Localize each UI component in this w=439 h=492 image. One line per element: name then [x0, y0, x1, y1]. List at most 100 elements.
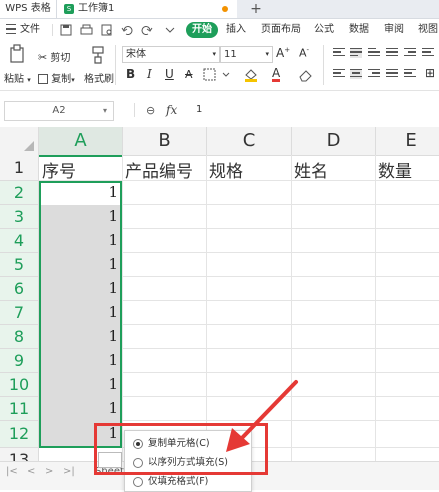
- font-name-value: 宋体: [126, 49, 146, 60]
- print-icon[interactable]: [80, 24, 93, 35]
- paste-button[interactable]: 粘贴 ▾: [4, 70, 31, 85]
- strikethrough-button[interactable]: A: [185, 68, 193, 81]
- app-tab[interactable]: WPS 表格: [0, 0, 57, 18]
- row-header[interactable]: 8: [0, 325, 39, 349]
- align-justify-icon[interactable]: [386, 48, 398, 58]
- cell-a2[interactable]: 1: [38, 183, 118, 201]
- column-header-b[interactable]: B: [123, 127, 207, 156]
- document-tab-label: 工作簿1: [78, 3, 115, 14]
- row-header[interactable]: 3: [0, 205, 39, 229]
- increase-font-icon[interactable]: A+: [276, 46, 290, 60]
- column-header-a[interactable]: A: [39, 127, 123, 157]
- column-header-c[interactable]: C: [207, 127, 292, 156]
- wrap-icon[interactable]: [422, 48, 434, 58]
- row-header[interactable]: 2: [0, 181, 39, 205]
- font-size-value: 11: [224, 49, 237, 60]
- next-sheet-icon[interactable]: >: [45, 466, 53, 477]
- cell-a9[interactable]: 1: [38, 351, 118, 369]
- menu-insert[interactable]: 插入: [226, 19, 246, 41]
- name-box[interactable]: A2 ▾: [4, 101, 114, 121]
- row-header[interactable]: 7: [0, 301, 39, 325]
- eraser-icon[interactable]: [298, 68, 316, 82]
- menu-start[interactable]: 开始: [186, 22, 218, 38]
- merge-icon[interactable]: ⊞: [425, 66, 435, 80]
- align-top-icon[interactable]: [333, 48, 345, 58]
- header-cell-product-code[interactable]: 产品编号: [125, 157, 193, 182]
- menu-page-layout[interactable]: 页面布局: [261, 19, 301, 41]
- undo-icon[interactable]: [121, 26, 133, 35]
- row-header[interactable]: 12: [0, 421, 39, 448]
- cell-a7[interactable]: 1: [38, 303, 118, 321]
- outdent-icon[interactable]: [404, 69, 416, 79]
- new-tab-button[interactable]: +: [248, 0, 264, 18]
- cell-a3[interactable]: 1: [38, 207, 118, 225]
- document-tab[interactable]: S 工作簿1: [57, 0, 237, 18]
- cell-a8[interactable]: 1: [38, 327, 118, 345]
- align-middle-icon[interactable]: [350, 48, 362, 59]
- format-painter-icon[interactable]: [90, 46, 106, 64]
- formula-value[interactable]: 1: [196, 104, 202, 115]
- font-size-select[interactable]: 11 ▾: [220, 46, 273, 63]
- file-menu[interactable]: 文件: [6, 19, 40, 41]
- header-cell-spec[interactable]: 规格: [209, 157, 243, 182]
- cut-button[interactable]: ✂ 剪切: [38, 49, 70, 64]
- zoom-icon[interactable]: ⊖: [146, 104, 155, 117]
- fill-color-icon[interactable]: [243, 67, 267, 83]
- first-sheet-icon[interactable]: |<: [6, 466, 18, 477]
- indent-icon[interactable]: [404, 48, 416, 58]
- redo-icon[interactable]: [141, 26, 153, 35]
- chevron-down-icon: ▾: [212, 50, 216, 58]
- italic-button[interactable]: I: [147, 67, 152, 81]
- cell-a10[interactable]: 1: [38, 375, 118, 393]
- cut-label: 剪切: [50, 53, 71, 64]
- cell-a4[interactable]: 1: [38, 231, 118, 249]
- column-header-e[interactable]: E: [376, 127, 439, 156]
- row-header[interactable]: 1: [0, 155, 39, 181]
- preview-icon[interactable]: [101, 24, 112, 36]
- copy-button[interactable]: 复制▾: [38, 70, 75, 85]
- align-center-icon[interactable]: [350, 69, 362, 80]
- chevron-down-icon[interactable]: [165, 27, 175, 33]
- row-header[interactable]: 5: [0, 253, 39, 277]
- border-icon[interactable]: [203, 68, 235, 82]
- divider: [115, 45, 116, 85]
- menu-data[interactable]: 数据: [349, 19, 369, 41]
- underline-button[interactable]: U: [165, 67, 174, 81]
- title-bar: WPS 表格 S 工作簿1 +: [0, 0, 439, 19]
- option-fill-formatting[interactable]: 仅填充格式(F): [133, 475, 208, 489]
- row-header[interactable]: 10: [0, 373, 39, 397]
- prev-sheet-icon[interactable]: <: [27, 466, 35, 477]
- format-painter-label[interactable]: 格式刷: [84, 70, 114, 85]
- menu-formula[interactable]: 公式: [314, 19, 334, 41]
- cell-a6[interactable]: 1: [38, 279, 118, 297]
- header-cell-name[interactable]: 姓名: [294, 157, 328, 182]
- row-header[interactable]: 11: [0, 397, 39, 421]
- cell-a5[interactable]: 1: [38, 255, 118, 273]
- align-right-icon[interactable]: [368, 69, 380, 79]
- header-cell-quantity[interactable]: 数量: [378, 157, 412, 182]
- paste-label: 粘贴: [4, 74, 24, 85]
- align-bottom-icon[interactable]: [368, 48, 380, 58]
- name-box-value: A2: [52, 105, 66, 116]
- column-header-d[interactable]: D: [292, 127, 376, 156]
- row-header[interactable]: 6: [0, 277, 39, 301]
- align-left-icon[interactable]: [333, 69, 345, 79]
- select-all-corner[interactable]: [0, 127, 39, 156]
- menu-review[interactable]: 审阅: [384, 19, 404, 41]
- paste-icon[interactable]: [9, 44, 25, 64]
- font-color-button[interactable]: A: [272, 67, 281, 82]
- chevron-down-icon: ▾: [71, 76, 75, 84]
- last-sheet-icon[interactable]: >|: [63, 466, 75, 477]
- row-header[interactable]: 4: [0, 229, 39, 253]
- divider: [52, 24, 53, 36]
- row-header[interactable]: 9: [0, 349, 39, 373]
- fx-icon[interactable]: fx: [166, 103, 177, 117]
- decrease-font-icon[interactable]: A-: [299, 46, 309, 60]
- font-name-select[interactable]: 宋体 ▾: [122, 46, 220, 63]
- save-icon[interactable]: [60, 24, 72, 36]
- distribute-icon[interactable]: [386, 69, 398, 79]
- menu-view[interactable]: 视图: [418, 19, 438, 41]
- header-cell-serial[interactable]: 序号: [42, 157, 76, 182]
- bold-button[interactable]: B: [126, 67, 135, 81]
- cell-a11[interactable]: 1: [38, 399, 118, 417]
